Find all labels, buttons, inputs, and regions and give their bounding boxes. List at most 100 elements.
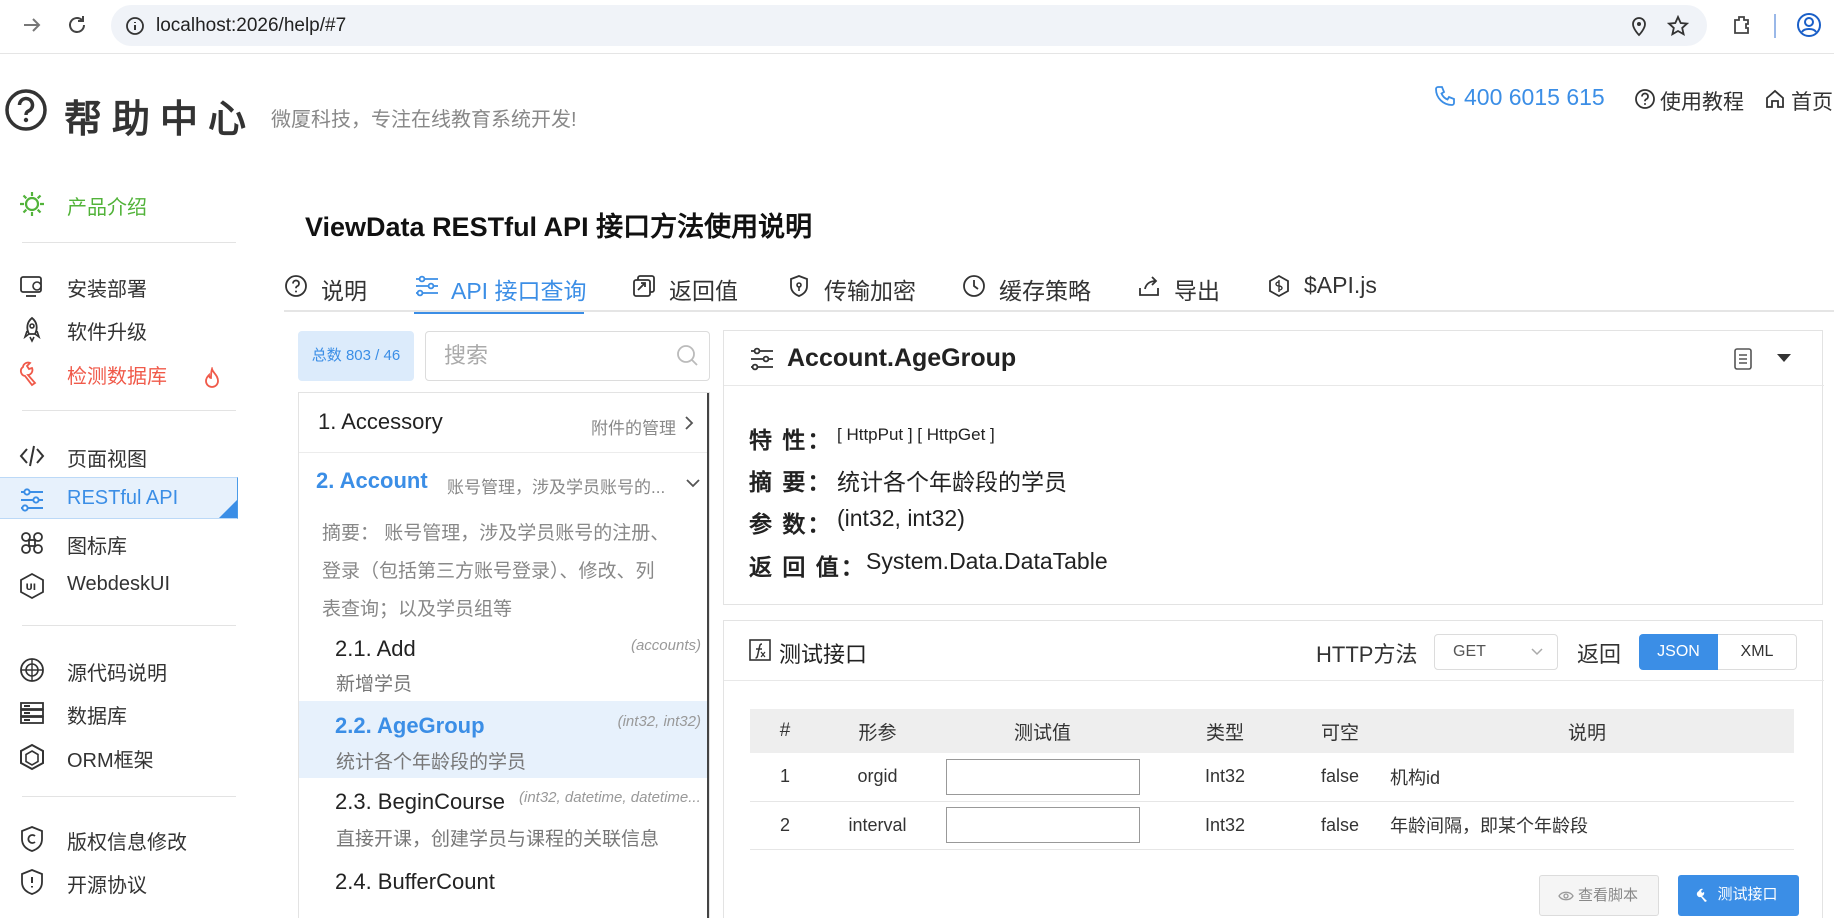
tab-return-values[interactable]: 返回值 [632, 272, 742, 312]
forward-arrow-icon[interactable] [20, 13, 44, 37]
search-input[interactable] [425, 331, 710, 381]
server-icon [18, 699, 46, 727]
tutorial-help-icon[interactable] [1634, 88, 1656, 110]
sidebar-item-label: 版权信息修改 [67, 832, 187, 854]
sidebar-item-product-intro[interactable]: 产品介绍 [0, 182, 238, 222]
ui-icon: UI [18, 572, 46, 600]
list-item-method-buffercount[interactable]: 2.4. BufferCount [299, 855, 709, 918]
sidebar-item-label: ORM框架 [67, 750, 154, 772]
group-title: 1. Accessory [318, 409, 443, 434]
home-icon[interactable] [1764, 88, 1786, 110]
list-group-accessory[interactable]: 1. Accessory 附件的管理 [299, 393, 709, 453]
address-bar[interactable]: localhost:2026/help/#7 [111, 5, 1707, 46]
json-format-button[interactable]: JSON [1639, 634, 1718, 670]
copyright-icon [18, 825, 46, 853]
sidebar-item-orm[interactable]: ORM框架 [0, 735, 238, 775]
reload-icon[interactable] [65, 13, 89, 37]
return-icon [632, 274, 656, 298]
tab-encryption[interactable]: 传输加密 [787, 272, 917, 312]
sidebar-item-label: 开源协议 [67, 875, 147, 897]
tab-export[interactable]: 导出 [1137, 272, 1222, 312]
sidebar-item-install[interactable]: 安装部署 [0, 264, 238, 304]
tutorial-link[interactable]: 使用教程 [1660, 86, 1744, 116]
tabs-divider [284, 310, 1834, 312]
group-title: 2. Account [316, 468, 428, 493]
source-icon [18, 656, 46, 684]
tab-api-query[interactable]: API 接口查询 [414, 272, 586, 314]
xml-format-button[interactable]: XML [1718, 634, 1797, 670]
phone-number[interactable]: 400 6015 615 [1464, 84, 1605, 111]
extensions-icon[interactable] [1730, 13, 1754, 37]
tab-description[interactable]: 说明 [284, 272, 369, 312]
profile-icon[interactable] [1796, 12, 1822, 38]
sidebar-item-webdeskui[interactable]: UI WebdeskUI [0, 564, 238, 604]
chevron-down-icon [685, 477, 701, 489]
site-title[interactable]: 帮助中心 [64, 88, 256, 143]
list-scrollbar[interactable] [707, 393, 709, 918]
document-icon[interactable] [1732, 347, 1754, 371]
method-signature: (int32, datetime, datetime... [519, 789, 701, 806]
test-interface-button[interactable]: 测试接口 [1678, 875, 1799, 916]
column-header: 测试值 [935, 709, 1150, 753]
wrench-icon [18, 359, 46, 387]
list-item-method-add[interactable]: 2.1. Add (accounts) 新增学员 [299, 625, 709, 701]
tab-label: 返回值 [669, 278, 738, 304]
sidebar-item-label: 数据库 [67, 706, 127, 728]
row-index: 2 [750, 801, 820, 850]
home-link[interactable]: 首页 [1791, 86, 1833, 116]
sidebar-item-check-database[interactable]: 检测数据库 [0, 351, 238, 391]
sidebar-item-upgrade[interactable]: 软件升级 [0, 307, 238, 347]
sidebar-item-source-code[interactable]: 源代码说明 [0, 648, 238, 688]
tab-cache-policy[interactable]: 缓存策略 [962, 272, 1092, 312]
tab-label: 导出 [1174, 278, 1220, 304]
export-icon [1137, 274, 1161, 298]
url-text[interactable]: localhost:2026/help/#7 [156, 15, 346, 37]
caret-down-icon[interactable] [1776, 352, 1792, 364]
list-group-account[interactable]: 2. Account 账号管理，涉及学员账号的... [299, 453, 709, 508]
sidebar-item-open-source-license[interactable]: 开源协议 [0, 860, 238, 900]
param-nullable: false [1300, 753, 1380, 802]
site-info-icon[interactable] [125, 16, 145, 36]
list-item-method-agegroup[interactable]: 2.2. AgeGroup (int32, int32) 统计各个年龄段的学员 [299, 701, 709, 778]
group-note: 附件的管理 [591, 419, 676, 438]
help-center-logo-icon [4, 88, 48, 132]
sidebar-item-label: 软件升级 [67, 322, 147, 344]
bookmark-star-icon[interactable] [1667, 15, 1689, 37]
sidebar-item-page-view[interactable]: 页面视图 [0, 434, 238, 474]
list-item-method-begincourse[interactable]: 2.3. BeginCourse (int32, datetime, datet… [299, 778, 709, 855]
sidebar-item-database[interactable]: 数据库 [0, 691, 238, 731]
wrench-icon [1696, 887, 1712, 903]
chevron-right-icon [683, 415, 695, 431]
return-format-label: 返回 [1577, 642, 1622, 667]
method-detail-card: Account.AgeGroup 特 性： [ HttpPut ] [ Http… [723, 330, 1824, 605]
sidebar-item-icon-library[interactable]: 图标库 [0, 521, 238, 561]
http-method-select[interactable]: GET [1434, 634, 1558, 670]
summary-line: 登录（包括第三方账号登录）、修改、列 [322, 561, 655, 582]
method-description: 直接开课，创建学员与课程的关联信息 [336, 829, 660, 850]
group-summary: 摘要： 账号管理，涉及学员账号的注册、 登录（包括第三方账号登录）、修改、列 表… [322, 515, 692, 629]
param-nullable: false [1300, 801, 1380, 850]
method-description: 新增学员 [336, 674, 413, 695]
sidebar-item-label: 图标库 [67, 536, 127, 558]
sidebar-item-copyright[interactable]: 版权信息修改 [0, 817, 238, 857]
test-value-input[interactable] [945, 807, 1140, 843]
row-index: 1 [750, 753, 820, 802]
method-title: 2.4. BufferCount [335, 869, 495, 894]
tab-api-js[interactable]: $API.js [1267, 272, 1387, 312]
method-signature: (int32, int32) [617, 713, 701, 730]
selected-method: GET [1453, 643, 1486, 660]
sidebar-divider [22, 242, 236, 243]
sidebar-item-label: 检测数据库 [67, 366, 167, 388]
toolbar-divider [1774, 14, 1776, 38]
column-header: 可空 [1300, 709, 1380, 753]
test-header: 测试接口 HTTP方法 GET 返回 JSON XML [724, 621, 1824, 681]
sidebar-item-restful-api[interactable]: RESTful API [0, 477, 238, 519]
search-icon[interactable] [676, 344, 700, 368]
sidebar-item-label: 安装部署 [67, 279, 147, 301]
table-row: 2 interval Int32 false 年龄间隔，即某个年龄段 [750, 801, 1794, 850]
params-value: (int32, int32) [837, 505, 965, 531]
location-pin-icon[interactable] [1629, 15, 1649, 37]
test-value-input[interactable] [945, 758, 1140, 795]
view-script-button[interactable]: 查看脚本 [1539, 875, 1659, 916]
return-value: System.Data.DataTable [866, 548, 1108, 574]
